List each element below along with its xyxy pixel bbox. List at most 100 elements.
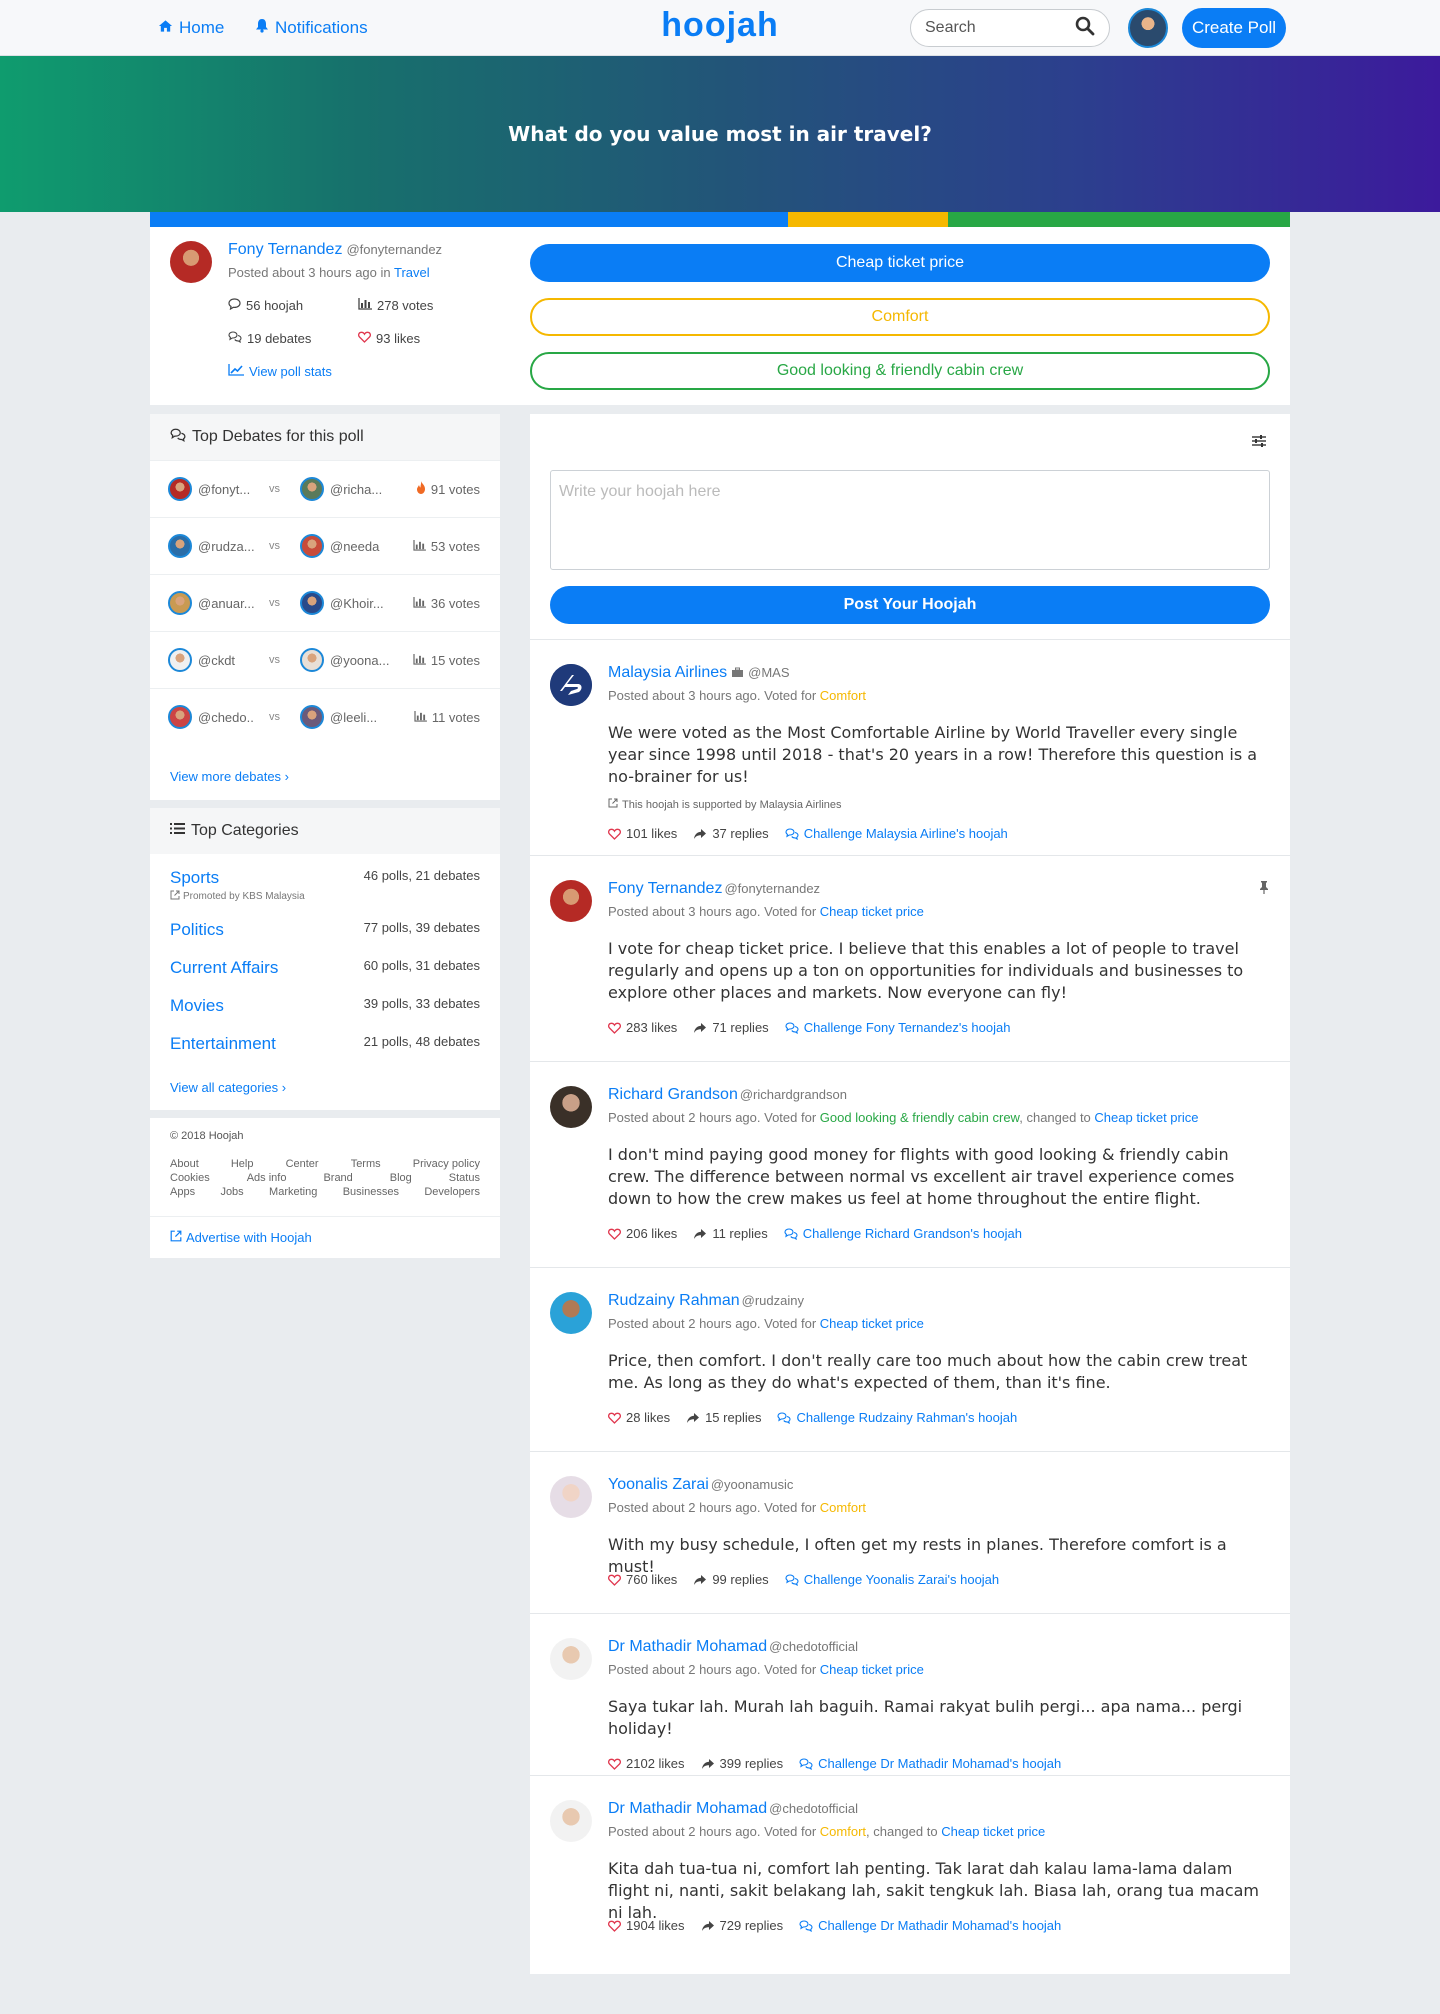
footer-link[interactable]: Center — [286, 1158, 319, 1170]
challenge-link[interactable]: Challenge Dr Mathadir Mohamad's hoojah — [799, 1756, 1061, 1771]
post-author-avatar[interactable] — [550, 664, 592, 706]
post-author-name[interactable]: Rudzainy Rahman — [608, 1292, 740, 1309]
search-input[interactable]: Search — [910, 9, 1110, 47]
footer-link[interactable]: Terms — [351, 1158, 381, 1170]
debate-row[interactable]: @chedo.. vs @leeli... 11 votes — [150, 688, 500, 745]
voted-option[interactable]: Comfort — [820, 1824, 866, 1839]
category-name[interactable]: Sports — [170, 868, 219, 888]
challenge-label[interactable]: Challenge Rudzainy Rahman's hoojah — [796, 1410, 1017, 1425]
category-row-entertainment[interactable]: Entertainment 21 polls, 48 debates — [170, 1034, 480, 1054]
challenge-link[interactable]: Challenge Rudzainy Rahman's hoojah — [777, 1410, 1017, 1425]
debater-b[interactable]: @needa — [300, 534, 379, 558]
post-author-name[interactable]: Malaysia Airlines — [608, 664, 727, 681]
reply-button[interactable]: 399 replies — [701, 1756, 783, 1771]
footer-link[interactable]: Businesses — [343, 1186, 399, 1198]
post-author-name[interactable]: Dr Mathadir Mohamad — [608, 1800, 767, 1817]
like-button[interactable]: 206 likes — [608, 1226, 677, 1241]
footer-link[interactable]: Cookies — [170, 1172, 210, 1184]
post-author-name[interactable]: Dr Mathadir Mohamad — [608, 1638, 767, 1655]
debate-row[interactable]: @ckdt vs @yoona... 15 votes — [150, 631, 500, 688]
like-button[interactable]: 760 likes — [608, 1572, 677, 1587]
author-name[interactable]: Fony Ternandez @fonyternandez — [228, 241, 442, 259]
debate-row[interactable]: @rudza... vs @needa 53 votes — [150, 517, 500, 574]
view-poll-stats-link[interactable]: View poll stats — [228, 364, 332, 379]
author-name-text[interactable]: Fony Ternandez — [228, 241, 342, 258]
debater-a[interactable]: @ckdt — [168, 648, 235, 672]
create-poll-button[interactable]: Create Poll — [1182, 8, 1286, 48]
challenge-label[interactable]: Challenge Dr Mathadir Mohamad's hoojah — [818, 1918, 1061, 1933]
author-avatar[interactable] — [170, 241, 212, 283]
option-comfort[interactable]: Comfort — [530, 298, 1270, 336]
footer-link[interactable]: About — [170, 1158, 199, 1170]
footer-link[interactable]: Status — [449, 1172, 480, 1184]
reply-button[interactable]: 15 replies — [686, 1410, 761, 1425]
post-author-name[interactable]: Fony Ternandez — [608, 880, 722, 897]
challenge-link[interactable]: Challenge Fony Ternandez's hoojah — [785, 1020, 1011, 1035]
footer-link[interactable]: Help — [231, 1158, 254, 1170]
reply-button[interactable]: 99 replies — [693, 1572, 769, 1587]
reply-button[interactable]: 729 replies — [701, 1918, 783, 1933]
like-button[interactable]: 283 likes — [608, 1020, 677, 1035]
user-avatar[interactable] — [1128, 8, 1168, 48]
voted-option[interactable]: Cheap ticket price — [820, 904, 924, 919]
changed-option[interactable]: Cheap ticket price — [1094, 1110, 1198, 1125]
category-row-movies[interactable]: Movies 39 polls, 33 debates — [170, 996, 480, 1016]
challenge-label[interactable]: Challenge Dr Mathadir Mohamad's hoojah — [818, 1756, 1061, 1771]
challenge-link[interactable]: Challenge Malaysia Airline's hoojah — [785, 826, 1008, 841]
voted-option[interactable]: Cheap ticket price — [820, 1662, 924, 1677]
debater-a[interactable]: @rudza... — [168, 534, 255, 558]
post-author[interactable]: Dr Mathadir Mohamad @chedotofficial — [608, 1800, 858, 1818]
advertise-link[interactable]: Advertise with Hoojah — [170, 1230, 312, 1245]
category-link[interactable]: Travel — [394, 265, 430, 280]
debater-b[interactable]: @richa... — [300, 477, 382, 501]
voted-option[interactable]: Comfort — [820, 1500, 866, 1515]
changed-option[interactable]: Cheap ticket price — [941, 1824, 1045, 1839]
post-author[interactable]: Malaysia Airlines @MAS — [608, 664, 790, 682]
like-button[interactable]: 2102 likes — [608, 1756, 685, 1771]
challenge-label[interactable]: Challenge Richard Grandson's hoojah — [803, 1226, 1022, 1241]
like-button[interactable]: 28 likes — [608, 1410, 670, 1425]
debater-a[interactable]: @fonyt... — [168, 477, 250, 501]
post-author-name[interactable]: Richard Grandson — [608, 1086, 738, 1103]
post-author-avatar[interactable] — [550, 1638, 592, 1680]
post-author-avatar[interactable] — [550, 1086, 592, 1128]
debate-row[interactable]: @anuar... vs @Khoir... 36 votes — [150, 574, 500, 631]
post-author-avatar[interactable] — [550, 1800, 592, 1842]
option-cheap-ticket-price[interactable]: Cheap ticket price — [530, 244, 1270, 282]
challenge-link[interactable]: Challenge Dr Mathadir Mohamad's hoojah — [799, 1918, 1061, 1933]
notifications-link[interactable]: Notifications — [255, 18, 368, 38]
debater-b[interactable]: @leeli... — [300, 705, 377, 729]
category-row-sports[interactable]: Sports 46 polls, 21 debates — [170, 868, 480, 888]
reply-button[interactable]: 71 replies — [693, 1020, 769, 1035]
voted-option[interactable]: Comfort — [820, 688, 866, 703]
post-author-avatar[interactable] — [550, 1476, 592, 1518]
voted-option[interactable]: Good looking & friendly cabin crew — [820, 1110, 1019, 1125]
hoojah-composer-input[interactable]: Write your hoojah here — [550, 470, 1270, 570]
filter-sliders-icon[interactable] — [1252, 434, 1266, 451]
post-author-avatar[interactable] — [550, 1292, 592, 1334]
post-author[interactable]: Richard Grandson @richardgrandson — [608, 1086, 847, 1104]
search-icon[interactable] — [1075, 16, 1095, 41]
like-button[interactable]: 101 likes — [608, 826, 677, 841]
category-name[interactable]: Entertainment — [170, 1034, 276, 1054]
challenge-label[interactable]: Challenge Malaysia Airline's hoojah — [804, 826, 1008, 841]
category-row-current-affairs[interactable]: Current Affairs 60 polls, 31 debates — [170, 958, 480, 978]
view-poll-stats-label[interactable]: View poll stats — [249, 364, 332, 379]
challenge-link[interactable]: Challenge Yoonalis Zarai's hoojah — [785, 1572, 999, 1587]
debater-b[interactable]: @yoona... — [300, 648, 389, 672]
challenge-label[interactable]: Challenge Yoonalis Zarai's hoojah — [804, 1572, 999, 1587]
challenge-label[interactable]: Challenge Fony Ternandez's hoojah — [804, 1020, 1011, 1035]
post-author-name[interactable]: Yoonalis Zarai — [608, 1476, 709, 1493]
footer-link[interactable]: Marketing — [269, 1186, 317, 1198]
option-cabin-crew[interactable]: Good looking & friendly cabin crew — [530, 352, 1270, 390]
footer-link[interactable]: Brand — [323, 1172, 352, 1184]
debater-b[interactable]: @Khoir... — [300, 591, 384, 615]
post-author[interactable]: Yoonalis Zarai @yoonamusic — [608, 1476, 793, 1494]
post-author[interactable]: Rudzainy Rahman @rudzainy — [608, 1292, 804, 1310]
like-button[interactable]: 1904 likes — [608, 1918, 685, 1933]
post-author-avatar[interactable] — [550, 880, 592, 922]
footer-link[interactable]: Ads info — [247, 1172, 287, 1184]
view-all-categories-link[interactable]: View all categories › — [170, 1080, 286, 1095]
footer-link[interactable]: Developers — [424, 1186, 480, 1198]
category-name[interactable]: Movies — [170, 996, 224, 1016]
